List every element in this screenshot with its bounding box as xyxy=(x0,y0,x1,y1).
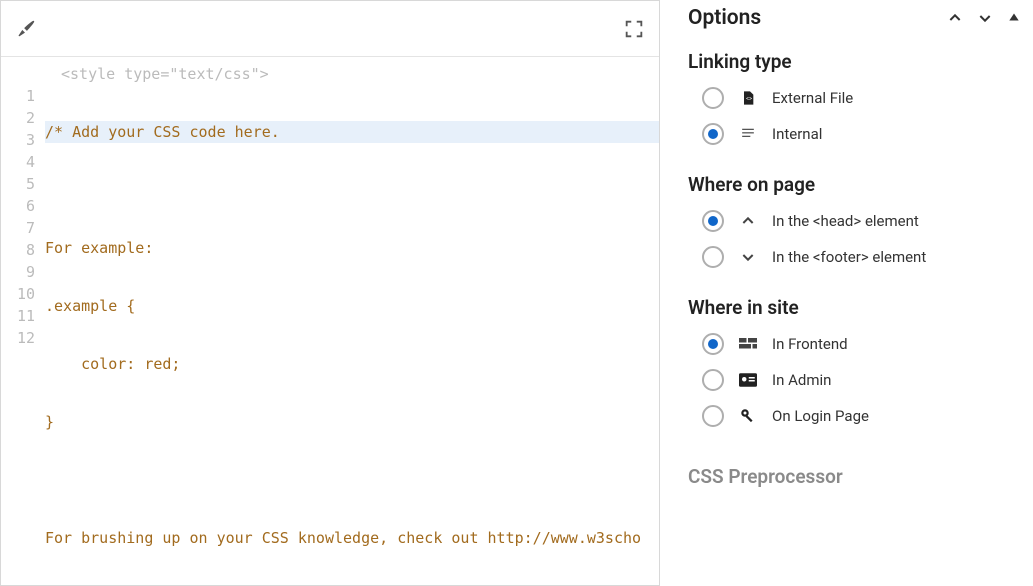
option-label: External File xyxy=(772,89,853,107)
collapse-up-icon[interactable] xyxy=(1007,10,1021,26)
editor-panel: <style type="text/css"> 123 456 789 1011… xyxy=(0,0,660,586)
option-external-file[interactable]: <> External File xyxy=(702,87,1025,109)
fullscreen-icon[interactable] xyxy=(623,18,645,40)
option-login-page[interactable]: On Login Page xyxy=(702,405,1025,427)
code-line: color: red; xyxy=(45,353,659,375)
id-card-icon xyxy=(738,373,758,387)
section-title: Where on page xyxy=(688,173,1025,196)
radio-checked[interactable] xyxy=(702,123,724,145)
style-tag-text: <style type="text/css"> xyxy=(1,57,659,85)
code-line: } xyxy=(45,411,659,433)
section-where-in-site: Where in site In Frontend In Admin On Lo… xyxy=(670,296,1025,449)
section-linking-type: Linking type <> External File Internal xyxy=(670,50,1025,167)
section-where-on-page: Where on page In the <head> element In t… xyxy=(670,173,1025,290)
options-title: Options xyxy=(688,6,761,30)
option-admin[interactable]: In Admin xyxy=(702,369,1025,391)
key-icon xyxy=(738,407,758,425)
css-preprocessor-title: CSS Preprocessor xyxy=(688,465,1025,488)
file-code-icon: <> xyxy=(738,89,758,107)
option-label: On Login Page xyxy=(772,407,869,425)
chevron-up-icon xyxy=(738,213,758,229)
code-content[interactable]: /* Add your CSS code here. For example: … xyxy=(45,85,659,585)
code-line: For example: xyxy=(45,237,659,259)
code-editor[interactable]: 123 456 789 101112 /* Add your CSS code … xyxy=(1,85,659,585)
editor-toolbar xyxy=(1,1,659,57)
radio-unchecked[interactable] xyxy=(702,405,724,427)
option-label: In Frontend xyxy=(772,335,848,353)
radio-unchecked[interactable] xyxy=(702,87,724,109)
radio-checked[interactable] xyxy=(702,210,724,232)
chevron-down-icon xyxy=(738,249,758,265)
radio-unchecked[interactable] xyxy=(702,246,724,268)
code-line: For brushing up on your CSS knowledge, c… xyxy=(45,527,659,549)
options-header: Options xyxy=(670,0,1025,44)
grid-icon xyxy=(738,337,758,351)
chevron-down-icon[interactable] xyxy=(977,10,993,26)
radio-unchecked[interactable] xyxy=(702,369,724,391)
option-label: Internal xyxy=(772,125,822,143)
lines-icon xyxy=(738,127,758,141)
section-title: Where in site xyxy=(688,296,1025,319)
code-line: /* Add your CSS code here. xyxy=(45,121,659,143)
option-footer-element[interactable]: In the <footer> element xyxy=(702,246,1025,268)
paintbrush-icon[interactable] xyxy=(15,18,37,40)
code-line xyxy=(45,469,659,491)
svg-text:<>: <> xyxy=(746,96,752,103)
radio-checked[interactable] xyxy=(702,333,724,355)
code-line xyxy=(45,179,659,201)
option-head-element[interactable]: In the <head> element xyxy=(702,210,1025,232)
option-label: In the <footer> element xyxy=(772,248,926,266)
chevron-up-icon[interactable] xyxy=(947,10,963,26)
option-frontend[interactable]: In Frontend xyxy=(702,333,1025,355)
option-internal[interactable]: Internal xyxy=(702,123,1025,145)
line-gutter: 123 456 789 101112 xyxy=(1,85,45,585)
option-label: In the <head> element xyxy=(772,212,919,230)
options-panel: Options Linking type <> External File In… xyxy=(670,0,1033,586)
code-line: .example { xyxy=(45,295,659,317)
section-title: Linking type xyxy=(688,50,1025,73)
option-label: In Admin xyxy=(772,371,831,389)
